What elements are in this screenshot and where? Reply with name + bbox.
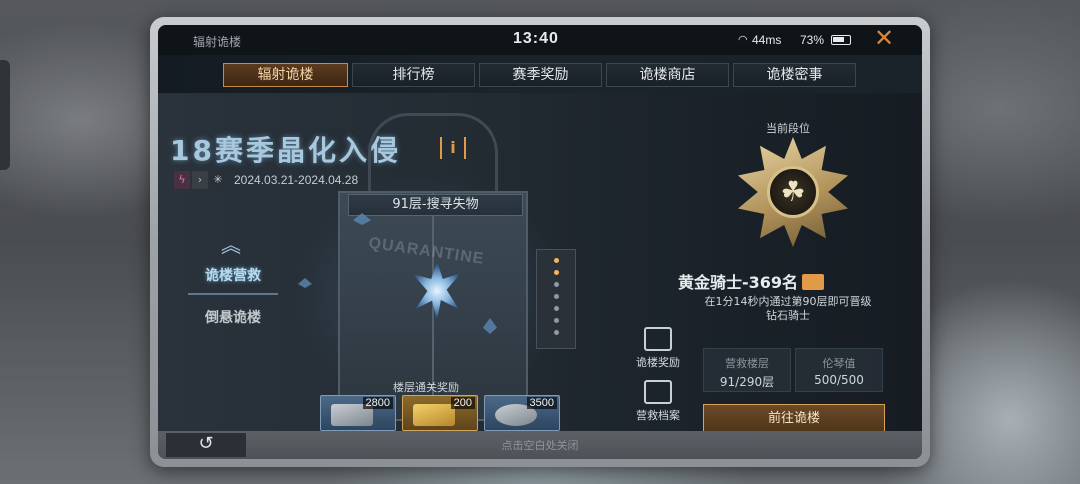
back-icon[interactable]: ↺: [166, 433, 246, 457]
tablet-screen: 辐射诡楼 13:40 ◠ 44ms 73% ✕ 辐射诡楼 排行榜 赛季奖励 诡楼…: [158, 25, 922, 459]
chevron-right-icon: ›: [192, 171, 208, 189]
tab-building-secrets[interactable]: 诡楼密事: [733, 63, 856, 87]
tab-radiation-building[interactable]: 辐射诡楼: [223, 63, 348, 87]
bottom-bar: 点击空白处关闭 ↺: [158, 431, 922, 459]
stat-label: 营救楼层: [725, 357, 769, 370]
rank-name: 黄金骑士-369名: [678, 269, 825, 293]
reward-count: 200: [450, 397, 475, 409]
stat-rescue-floors: 营救楼层 91/290层: [703, 348, 791, 392]
rank-info-icon[interactable]: [802, 274, 825, 290]
app-name: 辐射诡楼: [193, 35, 242, 49]
tab-season-rewards[interactable]: 赛季奖励: [479, 63, 602, 87]
tab-bar: 辐射诡楼 排行榜 赛季奖励 诡楼商店 诡楼密事: [223, 63, 856, 87]
chevron-up-icon[interactable]: ︽: [218, 235, 244, 257]
reward-count: 3500: [526, 397, 557, 409]
season-dates: 2024.03.21-2024.04.28: [234, 173, 359, 187]
building-rewards-label: 诡楼奖励: [636, 356, 680, 369]
reward-caption: 楼层通关奖励: [393, 381, 459, 394]
ping-value: 44ms: [752, 33, 782, 47]
rank-badge-icon: [733, 137, 853, 247]
door-arch: [368, 113, 498, 193]
rescue-stats: 营救楼层 91/290层 伦琴值 500/500: [703, 348, 883, 392]
status-bar: 辐射诡楼 13:40 ◠ 44ms 73% ✕: [158, 25, 922, 55]
nav-building-rescue[interactable]: 诡楼营救: [188, 265, 278, 295]
badge-core: [767, 166, 819, 218]
battery-icon: [831, 35, 851, 45]
stat-label: 伦琴值: [822, 357, 856, 370]
tab-leaderboard[interactable]: 排行榜: [352, 63, 475, 87]
stat-value: 91/290层: [719, 375, 775, 389]
gift-icon: [644, 327, 672, 351]
reward-cash[interactable]: 2800: [320, 395, 396, 431]
gold-bars-icon: [413, 404, 455, 426]
go-to-building-button[interactable]: 前往诡楼: [703, 404, 885, 434]
notebook-icon: [644, 380, 672, 404]
rank-name-text: 黄金骑士-369名: [678, 273, 799, 292]
battery-percent: 73%: [800, 33, 825, 47]
reward-count: 2800: [362, 397, 393, 409]
stat-value: 500/500: [814, 373, 864, 387]
crystal-shard-icon: [298, 278, 312, 288]
building-rewards-button[interactable]: 诡楼奖励: [628, 327, 688, 370]
season-title: 18赛季晶化入侵: [170, 134, 401, 167]
clock: 13:40: [513, 30, 559, 47]
floor-label: 91层-搜寻失物: [348, 194, 523, 216]
close-icon[interactable]: ✕: [874, 26, 894, 52]
close-hint[interactable]: 点击空白处关闭: [158, 437, 922, 453]
lightning-icon: ϟ: [174, 171, 190, 189]
reward-ore[interactable]: 3500: [484, 395, 560, 431]
wifi-icon: ◠: [738, 34, 748, 46]
stat-roentgen: 伦琴值 500/500: [795, 348, 883, 392]
season-modifier-icons: ϟ › ✳: [174, 171, 226, 189]
elevator-panel: [536, 249, 576, 349]
screen-edge-handle: [0, 60, 10, 170]
nav-inverted-building[interactable]: 倒悬诡楼: [188, 307, 278, 327]
tab-building-shop[interactable]: 诡楼商店: [606, 63, 729, 87]
reward-list: 2800 200 3500: [320, 395, 560, 431]
tablet-device: 辐射诡楼 13:40 ◠ 44ms 73% ✕ 辐射诡楼 排行榜 赛季奖励 诡楼…: [150, 17, 930, 467]
main-scene: 18赛季晶化入侵 i ϟ › ✳ 2024.03.21-2024.04.28 Q…: [158, 93, 922, 434]
rank-caption: 当前段位: [766, 122, 810, 135]
rescue-archive-button[interactable]: 营救档案: [628, 380, 688, 423]
rescue-archive-label: 营救档案: [636, 409, 680, 422]
creature-icon: ✳: [210, 171, 226, 189]
reward-gold[interactable]: 200: [402, 395, 478, 431]
promotion-target: 钻石骑士: [766, 309, 810, 322]
